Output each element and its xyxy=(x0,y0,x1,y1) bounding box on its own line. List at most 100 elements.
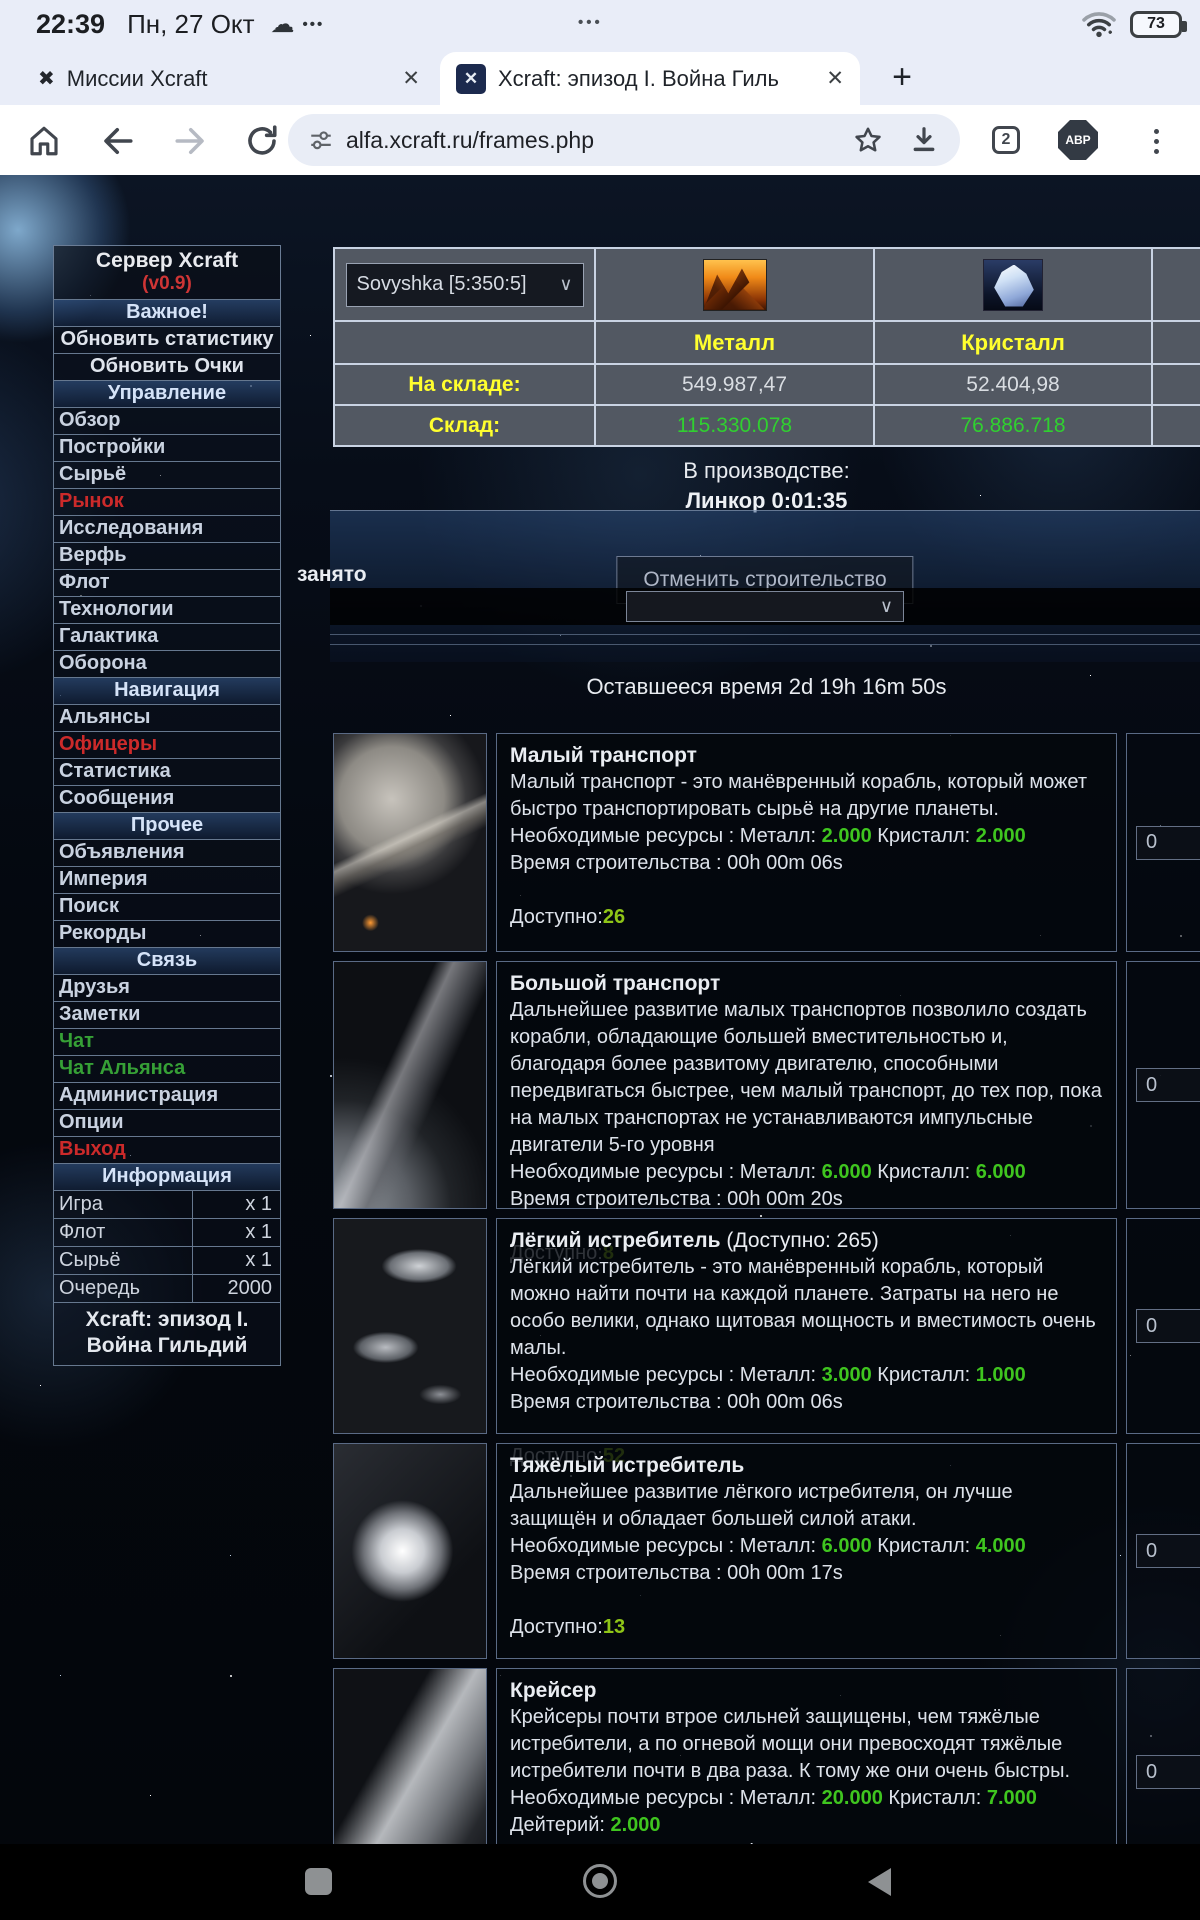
divider-line xyxy=(330,644,1200,645)
sidebar-item-друзья[interactable]: Друзья xyxy=(53,974,281,1002)
metal-cost: 6.000 xyxy=(822,1161,872,1183)
new-tab-button[interactable]: + xyxy=(880,58,924,97)
sidebar-section-управление: Управление xyxy=(53,380,281,408)
in-production-label: В производстве: xyxy=(333,458,1200,484)
url-bar[interactable]: alfa.xcraft.ru/frames.php xyxy=(288,114,960,166)
ship-quantity-input[interactable] xyxy=(1136,1755,1200,1789)
crystal-cost: 7.000 xyxy=(987,1787,1037,1809)
ship-quantity-input[interactable] xyxy=(1136,1309,1200,1343)
sidebar-item-администрация[interactable]: Администрация xyxy=(53,1082,281,1110)
tab-xcraft-active[interactable]: ✕ Xcraft: эпизод I. Война Гиль ✕ xyxy=(440,52,860,105)
sidebar-item-чат[interactable]: Чат xyxy=(53,1028,281,1056)
url-text[interactable]: alfa.xcraft.ru/frames.php xyxy=(346,127,852,154)
date: Пн, 27 Окт xyxy=(127,9,254,40)
ship-name-suffix: (Доступно: 265) xyxy=(721,1229,879,1252)
queue-selector[interactable]: ∨ xyxy=(626,591,904,622)
production-panel: Отменить строительство xyxy=(330,510,1200,662)
ship-image[interactable] xyxy=(333,1443,487,1659)
sidebar-item-офицеры[interactable]: Офицеры xyxy=(53,731,281,759)
ship-order-panel xyxy=(1126,1668,1200,1844)
bookmark-star-icon[interactable] xyxy=(852,124,884,156)
wifi-icon xyxy=(1082,9,1116,39)
crystal-in-store: 52.404,98 xyxy=(875,365,1151,404)
sidebar-item-сообщения[interactable]: Сообщения xyxy=(53,785,281,813)
ship-row-small-transport: Малый транспорт Малый транспорт - это ма… xyxy=(333,733,1200,952)
sidebar-item-постройки[interactable]: Постройки xyxy=(53,434,281,462)
sidebar-item-поиск[interactable]: Поиск xyxy=(53,893,281,921)
sidebar-item-обзор[interactable]: Обзор xyxy=(53,407,281,435)
battery-indicator: 73 xyxy=(1130,11,1182,38)
planet-selector-cell: Sovyshka [5:350:5] ∨ xyxy=(335,249,594,320)
crystal-cost: 2.000 xyxy=(976,825,1026,847)
tab-close-icon[interactable]: ✕ xyxy=(810,66,860,91)
back-button[interactable] xyxy=(100,123,136,159)
sidebar-item-объявления[interactable]: Объявления xyxy=(53,839,281,867)
resources-table: Sovyshka [5:350:5] ∨ Металл Кристалл На … xyxy=(333,247,1200,447)
ship-name: Тяжёлый истребитель xyxy=(510,1454,744,1477)
ship-name: Большой транспорт xyxy=(510,972,720,995)
sidebar-item-альянсы[interactable]: Альянсы xyxy=(53,704,281,732)
ship-quantity-input[interactable] xyxy=(1136,1068,1200,1102)
ship-image[interactable] xyxy=(333,1218,487,1434)
sidebar-item-статистика[interactable]: Статистика xyxy=(53,758,281,786)
tab-switcher-button[interactable]: 2 xyxy=(992,126,1020,154)
sidebar-item-заметки[interactable]: Заметки xyxy=(53,1001,281,1029)
metal-icon[interactable] xyxy=(703,259,767,311)
site-settings-tune-icon[interactable] xyxy=(308,127,334,153)
sidebar-section-связь: Связь xyxy=(53,947,281,975)
chevron-down-icon: ∨ xyxy=(559,274,572,295)
sidebar-item-выход[interactable]: Выход xyxy=(53,1136,281,1164)
sidebar-info-table: Играx 1Флотx 1Сырьёx 1Очередь2000 xyxy=(53,1190,281,1303)
planet-selector[interactable]: Sovyshka [5:350:5] ∨ xyxy=(346,263,584,307)
in-store-label: На складе: xyxy=(335,365,594,404)
tab-missii-xcraft[interactable]: ✖ Миссии Xcraft ✕ xyxy=(24,52,436,105)
ship-row-large-transport: Большой транспорт Дальнейшее развитие ма… xyxy=(333,961,1200,1209)
sidebar-item-сырьё[interactable]: Сырьё xyxy=(53,461,281,489)
sidebar-item-рекорды[interactable]: Рекорды xyxy=(53,920,281,948)
ship-image[interactable] xyxy=(333,961,487,1209)
clock: 22:39 xyxy=(36,9,105,40)
sidebar-items: Важное!Обновить статистикуОбновить ОчкиУ… xyxy=(53,299,281,1191)
adblock-plus-icon[interactable]: ABP xyxy=(1058,120,1098,160)
tab-close-icon[interactable]: ✕ xyxy=(386,66,436,91)
sidebar-item-чат альянса[interactable]: Чат Альянса xyxy=(53,1055,281,1083)
ship-name: Малый транспорт xyxy=(510,744,697,767)
ship-image[interactable] xyxy=(333,1668,487,1844)
sidebar-item-опции[interactable]: Опции xyxy=(53,1109,281,1137)
sidebar-item-империя[interactable]: Империя xyxy=(53,866,281,894)
metal-capacity: 115.330.078 xyxy=(596,406,873,445)
server-header: Сервер Xcraft (v0.9) xyxy=(53,245,281,300)
ship-description-panel: Малый транспорт Малый транспорт - это ма… xyxy=(496,733,1117,952)
ship-image[interactable] xyxy=(333,733,487,952)
back-nav-button[interactable] xyxy=(868,1868,891,1896)
ship-quantity-input[interactable] xyxy=(1136,826,1200,860)
info-row-очередь: Очередь2000 xyxy=(53,1274,281,1303)
ship-row-light-fighter: Лёгкий истребитель (Доступно: 265) Лёгки… xyxy=(333,1218,1200,1434)
shipyard-list: Малый транспорт Малый транспорт - это ма… xyxy=(333,733,1200,1844)
planet-name: Sovyshka [5:350:5] xyxy=(357,273,560,296)
sidebar-item-обновить статистику[interactable]: Обновить статистику xyxy=(53,326,281,354)
home-button[interactable] xyxy=(26,123,62,159)
sidebar-item-флот[interactable]: Флот xyxy=(53,569,281,597)
tab-title: Xcraft: эпизод I. Война Гиль xyxy=(498,66,810,92)
sidebar-item-обновить очки[interactable]: Обновить Очки xyxy=(53,353,281,381)
sidebar-item-рынок[interactable]: Рынок xyxy=(53,488,281,516)
chevron-down-icon: ∨ xyxy=(880,596,893,617)
ship-description: Малый транспорт - это манёвренный корабл… xyxy=(510,769,1103,823)
crystal-column-header: Кристалл xyxy=(875,322,1151,363)
sidebar-item-верфь[interactable]: Верфь xyxy=(53,542,281,570)
browser-menu-button[interactable] xyxy=(1152,123,1160,159)
metal-cost: 3.000 xyxy=(822,1364,872,1386)
sidebar-item-галактика[interactable]: Галактика xyxy=(53,623,281,651)
recent-apps-button[interactable] xyxy=(305,1868,332,1895)
sidebar-item-оборона[interactable]: Оборона xyxy=(53,650,281,678)
forward-button[interactable] xyxy=(172,123,208,159)
sidebar-item-исследования[interactable]: Исследования xyxy=(53,515,281,543)
remaining-time-label: Оставшееся время 2d 19h 16m 50s xyxy=(333,674,1200,700)
home-nav-button[interactable] xyxy=(583,1864,617,1898)
download-icon[interactable] xyxy=(908,124,940,156)
reload-button[interactable] xyxy=(244,123,280,159)
sidebar-item-технологии[interactable]: Технологии xyxy=(53,596,281,624)
crystal-icon[interactable] xyxy=(983,259,1043,311)
ship-quantity-input[interactable] xyxy=(1136,1534,1200,1568)
